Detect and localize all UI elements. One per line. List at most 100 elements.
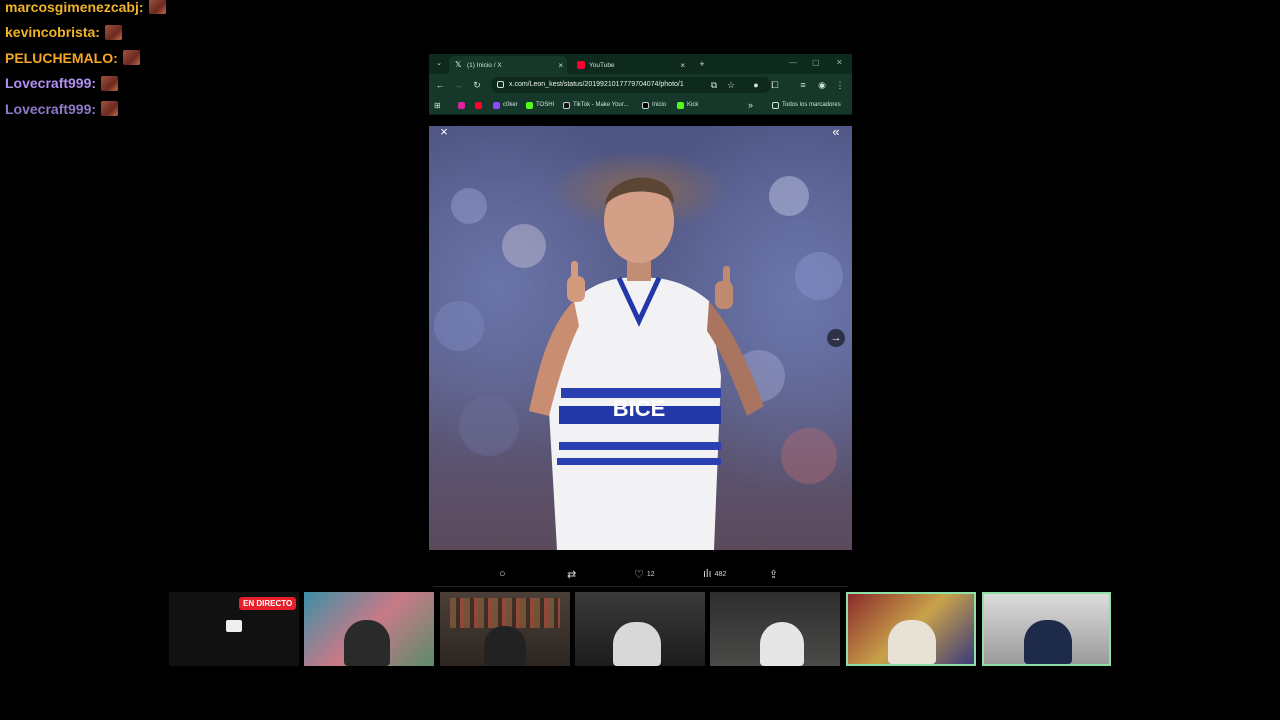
share-icon: ⇪	[769, 568, 779, 581]
instagram-icon	[458, 101, 465, 109]
browser-toolbar: ← → ↻ x.com/Leon_kest/status/20199210177…	[429, 74, 852, 96]
tab-label: YouTube	[589, 61, 615, 69]
views-button[interactable]: ılı 482	[703, 562, 726, 586]
chat-username: marcosgimenezcabj:	[5, 0, 144, 15]
youtube-icon	[475, 101, 482, 109]
bookmarks-overflow[interactable]: »	[748, 96, 753, 114]
extensions-puzzle-icon[interactable]: ⧠	[768, 78, 782, 92]
close-window-icon[interactable]: ✕	[836, 58, 843, 67]
menu-kebab-icon[interactable]: ⋮	[833, 78, 847, 92]
reply-button[interactable]: ○	[499, 562, 509, 586]
emote-icon	[101, 75, 119, 91]
maximize-icon[interactable]: ▢	[812, 58, 820, 67]
bookmark-star-icon[interactable]: ☆	[724, 78, 738, 92]
stream-thumbnail-selected[interactable]	[982, 592, 1111, 666]
chat-username: Lovecraft999:	[5, 100, 97, 117]
retweet-button[interactable]: ⇄	[567, 562, 579, 586]
stream-thumbnail-selected[interactable]	[846, 592, 976, 666]
collapse-panel-button[interactable]: «	[828, 126, 844, 140]
x-logo-icon: 𝕏	[455, 60, 462, 69]
browser-window: ⌄ 𝕏 (1) Inicio / X × YouTube × + — ▢ ✕ ←…	[429, 54, 852, 550]
share-button[interactable]: ⇪	[769, 562, 781, 586]
bookmark-label: Todos los marcadores	[782, 102, 841, 108]
kick-icon	[526, 101, 533, 109]
bookmark-label: c0ker	[503, 102, 518, 108]
view-count: 482	[714, 570, 727, 578]
tab-label: (1) Inicio / X	[467, 61, 502, 69]
emote-icon	[104, 24, 122, 40]
photo-viewer: BICE × « →	[429, 126, 852, 550]
retweet-icon: ⇄	[567, 568, 577, 581]
reload-icon[interactable]: ↻	[470, 78, 484, 92]
twitch-icon	[493, 101, 500, 109]
bookmark-label: TikTok - Make Your...	[573, 102, 629, 108]
bookmark-instagram[interactable]	[458, 96, 468, 114]
next-photo-button[interactable]: →	[827, 329, 845, 347]
heart-icon: ♡	[634, 568, 644, 581]
views-chart-icon: ılı	[703, 568, 712, 580]
profile-avatar-icon[interactable]: ◉	[815, 78, 829, 92]
chat-overlay: marcosgimenezcabj: kevincobrista: PELUCH…	[5, 0, 166, 122]
stream-thumbnail[interactable]	[304, 592, 434, 666]
like-button[interactable]: ♡ 12	[634, 562, 655, 586]
chat-username: Lovecraft999:	[5, 75, 97, 92]
streamer-figure	[1024, 620, 1072, 664]
stream-thumbnail[interactable]	[710, 592, 840, 666]
close-icon[interactable]: ×	[558, 61, 563, 70]
emote-icon	[148, 0, 166, 15]
shirt-sponsor-text: BICE	[613, 396, 666, 421]
emote-icon	[101, 101, 119, 117]
stream-thumbnail[interactable]	[440, 592, 570, 666]
streamer-figure	[484, 626, 526, 666]
minimize-icon[interactable]: —	[789, 58, 797, 67]
bookmark-toshi[interactable]: TOSHI	[526, 96, 554, 114]
reply-icon: ○	[499, 568, 506, 580]
bookmark-inicio[interactable]: Inicio	[642, 96, 666, 114]
site-info-icon[interactable]	[497, 81, 504, 88]
streamer-figure	[613, 622, 661, 666]
bookmark-kick[interactable]: Kick	[677, 96, 698, 114]
apps-grid-icon[interactable]: ⊞	[434, 96, 441, 114]
tab-strip: ⌄ 𝕏 (1) Inicio / X × YouTube × + — ▢ ✕	[429, 54, 852, 74]
install-app-icon[interactable]: ⧉	[707, 78, 721, 92]
chat-message: marcosgimenezcabj:	[5, 0, 166, 20]
tab-youtube[interactable]: YouTube ×	[571, 56, 689, 74]
chat-username: PELUCHEMALO:	[5, 49, 118, 66]
bookmark-label: Inicio	[652, 102, 667, 108]
like-count: 12	[646, 570, 655, 578]
player-photo: BICE	[434, 176, 843, 550]
chat-message: Lovecraft999:	[5, 71, 166, 97]
bookmark-label: TOSHI	[536, 102, 555, 108]
x-logo-icon	[642, 101, 649, 109]
stream-thumbnail[interactable]	[575, 592, 705, 666]
chat-username: kevincobrista:	[5, 24, 100, 41]
live-badge: EN DIRECTO	[239, 597, 297, 610]
bookmarks-bar: ⊞ c0ker TOSHI TikTok - Make Your... Inic…	[429, 96, 852, 115]
close-photo-button[interactable]: ×	[436, 126, 452, 140]
shelf-background	[450, 598, 560, 628]
extension-icon[interactable]: ●	[749, 78, 763, 92]
back-icon[interactable]: ←	[433, 78, 447, 92]
kick-icon	[677, 101, 684, 109]
media-icon[interactable]: ≡	[796, 78, 810, 92]
streamer-figure	[760, 622, 804, 666]
bookmark-c0ker[interactable]: c0ker	[493, 96, 518, 114]
url-text[interactable]: x.com/Leon_kest/status/20199210177797040…	[509, 77, 684, 93]
bookmark-youtube[interactable]	[475, 96, 485, 114]
all-bookmarks-folder[interactable]: Todos los marcadores	[772, 96, 841, 114]
bookmark-tiktok[interactable]: TikTok - Make Your...	[563, 96, 628, 114]
streamer-figure	[344, 620, 390, 666]
close-icon[interactable]: ×	[680, 61, 685, 70]
tab-search-icon[interactable]: ⌄	[432, 57, 446, 71]
stream-thumbnail-live[interactable]: EN DIRECTO	[169, 592, 299, 666]
emote-icon	[122, 50, 140, 66]
folder-icon	[772, 101, 779, 109]
forward-icon[interactable]: →	[451, 78, 465, 92]
tiktok-icon	[563, 101, 570, 109]
new-tab-button[interactable]: +	[695, 57, 709, 71]
streamer-figure	[888, 620, 936, 664]
tab-x-inicio[interactable]: 𝕏 (1) Inicio / X ×	[449, 56, 567, 74]
chat-message: PELUCHEMALO:	[5, 45, 166, 71]
monitor-icon	[226, 620, 242, 632]
chat-message: Lovecraft999:	[5, 96, 166, 122]
